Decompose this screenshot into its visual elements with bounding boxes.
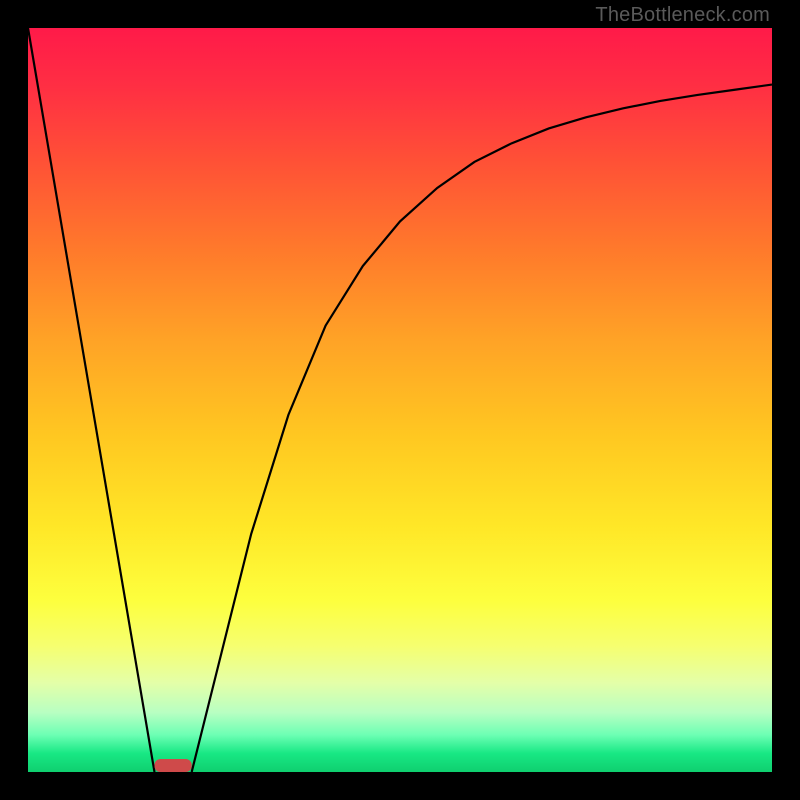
curve-layer: [28, 28, 772, 772]
right-curve: [192, 85, 772, 772]
chart-frame: TheBottleneck.com: [0, 0, 800, 800]
left-line: [28, 28, 154, 772]
watermark-text: TheBottleneck.com: [595, 4, 770, 27]
target-marker: [154, 759, 191, 772]
chart-svg: [28, 28, 772, 772]
plot-area: [28, 28, 772, 772]
